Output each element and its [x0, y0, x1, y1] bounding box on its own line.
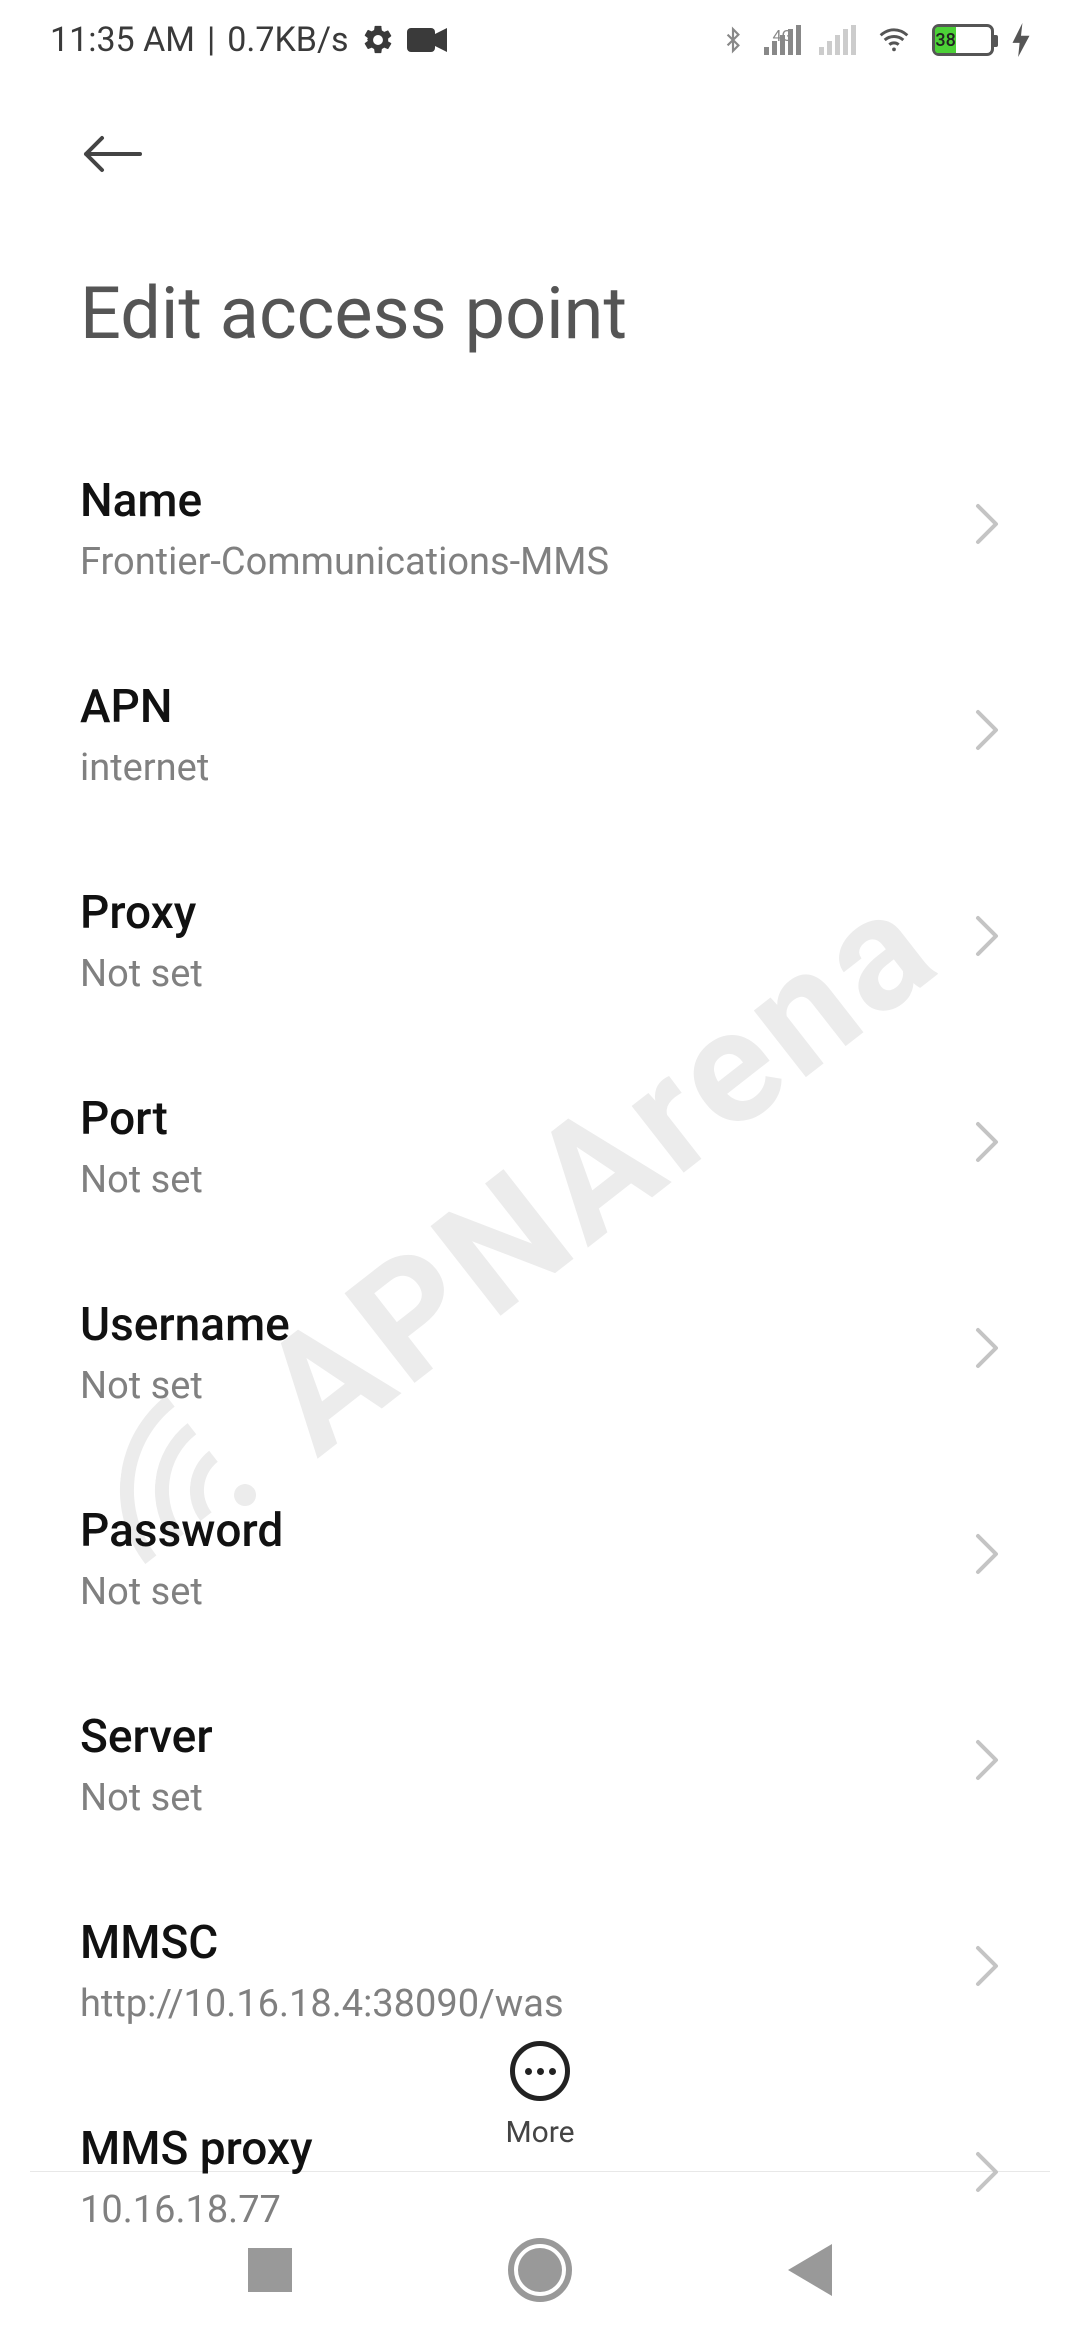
chevron-right-icon — [974, 1120, 1000, 1174]
camera-icon — [407, 26, 447, 54]
setting-mms-proxy[interactable]: MMS proxy 10.16.18.77 — [80, 2074, 1000, 2280]
status-bar: 11:35 AM | 0.7KB/s 4G — [0, 0, 1080, 80]
setting-label: Password — [80, 1504, 283, 1558]
chevron-right-icon — [974, 2150, 1000, 2204]
setting-value: Not set — [80, 1158, 203, 1202]
setting-value: Not set — [80, 1570, 283, 1614]
setting-label: Proxy — [80, 886, 203, 940]
gear-icon — [361, 23, 395, 57]
chevron-right-icon — [974, 1326, 1000, 1380]
setting-value: internet — [80, 746, 209, 790]
signal-2 — [819, 25, 856, 55]
setting-label: Port — [80, 1092, 203, 1146]
bluetooth-icon — [720, 22, 746, 58]
status-separator: | — [207, 20, 215, 60]
setting-proxy[interactable]: Proxy Not set — [80, 838, 1000, 1044]
setting-label: APN — [80, 680, 209, 734]
settings-list: Name Frontier-Communications-MMS APN int… — [0, 426, 1080, 2280]
setting-server[interactable]: Server Not set — [80, 1662, 1000, 1868]
chevron-right-icon — [974, 914, 1000, 968]
chevron-right-icon — [974, 502, 1000, 556]
chevron-right-icon — [974, 1944, 1000, 1998]
chevron-right-icon — [974, 1738, 1000, 1792]
setting-value: Frontier-Communications-MMS — [80, 540, 609, 584]
wifi-icon — [874, 24, 914, 56]
signal-bars-icon — [764, 25, 801, 55]
signal-bars-no-sim-icon — [819, 25, 856, 55]
chevron-right-icon — [974, 708, 1000, 762]
battery-icon: 38 — [932, 24, 994, 56]
setting-label: Username — [80, 1298, 290, 1352]
back-button[interactable] — [80, 120, 144, 191]
setting-label: MMS proxy — [80, 2122, 313, 2176]
setting-port[interactable]: Port Not set — [80, 1044, 1000, 1250]
signal-1: 4G — [764, 26, 801, 55]
setting-label: MMSC — [80, 1916, 564, 1970]
status-netspeed: 0.7KB/s — [227, 20, 348, 60]
status-right: 4G 38 — [720, 22, 1030, 58]
setting-label: Server — [80, 1710, 213, 1764]
status-time: 11:35 AM — [50, 20, 195, 60]
back-row — [0, 80, 1080, 211]
setting-name[interactable]: Name Frontier-Communications-MMS — [80, 426, 1000, 632]
setting-value: Not set — [80, 1776, 213, 1820]
chevron-right-icon — [974, 1532, 1000, 1586]
arrow-left-icon — [80, 132, 144, 176]
page-title: Edit access point — [0, 211, 1080, 426]
battery-percent: 38 — [935, 30, 955, 51]
status-left: 11:35 AM | 0.7KB/s — [50, 20, 447, 60]
setting-apn[interactable]: APN internet — [80, 632, 1000, 838]
charging-bolt-icon — [1012, 23, 1030, 57]
setting-mmsc[interactable]: MMSC http://10.16.18.4:38090/was — [80, 1868, 1000, 2074]
setting-label: Name — [80, 474, 609, 528]
setting-username[interactable]: Username Not set — [80, 1250, 1000, 1456]
setting-value: Not set — [80, 952, 203, 996]
setting-value: http://10.16.18.4:38090/was — [80, 1982, 564, 2026]
setting-password[interactable]: Password Not set — [80, 1456, 1000, 1662]
setting-value: 10.16.18.77 — [80, 2188, 313, 2232]
setting-value: Not set — [80, 1364, 290, 1408]
